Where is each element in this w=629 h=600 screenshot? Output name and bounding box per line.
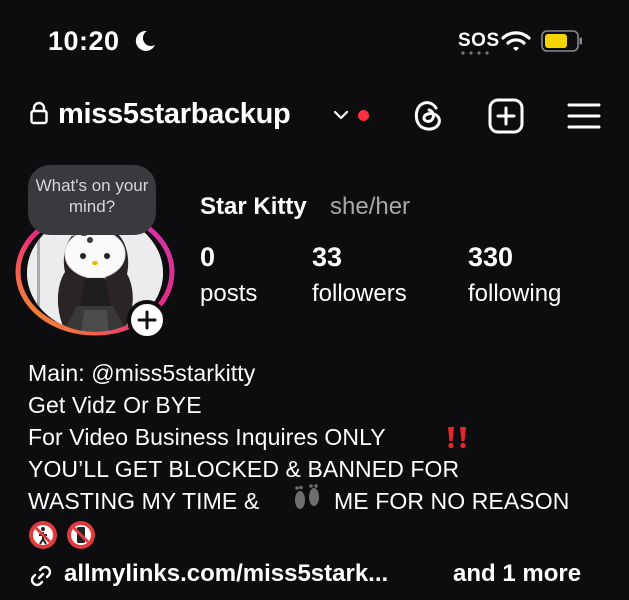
followers-label[interactable]: followers bbox=[312, 280, 407, 308]
following-count[interactable]: 330 bbox=[468, 242, 513, 273]
chevron-down-icon[interactable] bbox=[333, 109, 349, 121]
threads-icon[interactable] bbox=[409, 97, 447, 135]
status-sos: SOS bbox=[458, 30, 500, 51]
notification-dot bbox=[358, 110, 369, 121]
bio-line: For Video Business Inquires ONLY bbox=[28, 424, 386, 450]
note-bubble-tail bbox=[78, 226, 93, 243]
followers-count[interactable]: 33 bbox=[312, 242, 342, 273]
bio-line: Main: @miss5starkitty bbox=[28, 360, 256, 386]
create-plus-icon[interactable] bbox=[487, 97, 525, 135]
pronouns: she/her bbox=[330, 193, 411, 220]
add-story-button[interactable] bbox=[127, 300, 167, 340]
wifi-icon bbox=[501, 31, 531, 51]
no-pedestrians-icon bbox=[29, 521, 57, 549]
bio-line: ME FOR NO REASON bbox=[334, 488, 570, 514]
footprints-icon bbox=[295, 484, 319, 509]
username-switcher[interactable]: miss5starbackup bbox=[58, 98, 291, 131]
link-icon bbox=[30, 565, 52, 587]
display-name: Star Kitty bbox=[200, 193, 307, 220]
moon-icon bbox=[135, 30, 155, 51]
following-label[interactable]: following bbox=[468, 280, 561, 308]
no-mobile-phones-icon bbox=[67, 521, 95, 549]
double-exclamation-icon bbox=[448, 427, 466, 449]
bio-line: WASTING MY TIME & bbox=[28, 488, 260, 514]
signal-dots-icon bbox=[461, 51, 489, 55]
more-links-button[interactable]: and 1 more bbox=[453, 560, 581, 588]
bio-line: YOU’LL GET BLOCKED & BANNED FOR bbox=[28, 456, 460, 482]
bio-line: Get Vidz Or BYE bbox=[28, 392, 202, 418]
posts-label[interactable]: posts bbox=[200, 280, 257, 308]
battery-icon bbox=[541, 30, 582, 52]
menu-icon[interactable] bbox=[566, 101, 602, 131]
plus-icon bbox=[137, 310, 157, 330]
posts-count[interactable]: 0 bbox=[200, 242, 215, 273]
bio-link[interactable]: allmylinks.com/miss5stark... bbox=[64, 560, 388, 588]
lock-icon bbox=[30, 101, 48, 125]
note-bubble[interactable]: What's on your mind? bbox=[28, 165, 156, 235]
status-time: 10:20 bbox=[48, 26, 120, 56]
